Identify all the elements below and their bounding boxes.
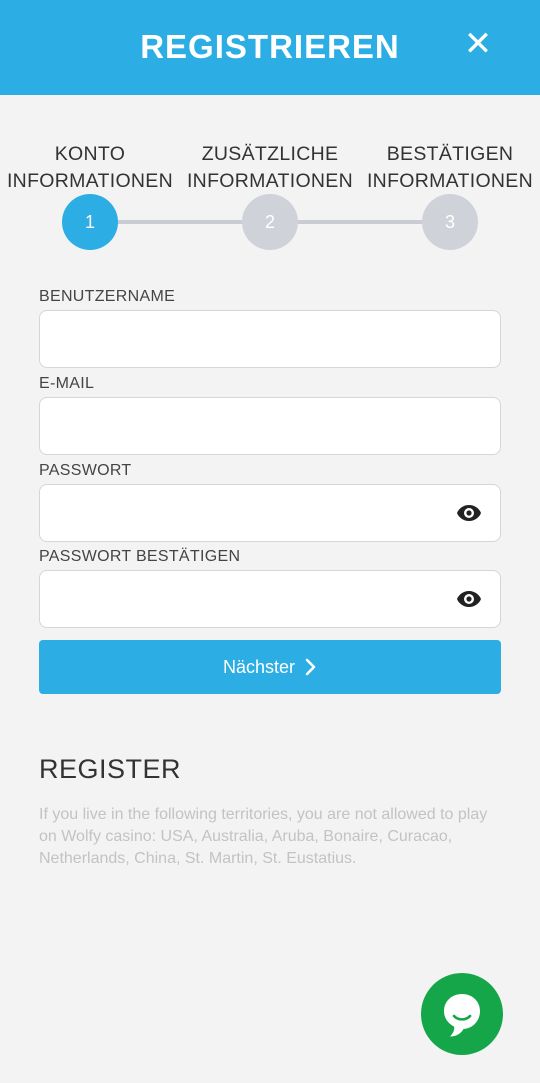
header-bar: REGISTRIEREN ✕ [0, 0, 540, 95]
password-field-box [39, 484, 501, 542]
chat-bubble-icon [444, 994, 480, 1037]
step-2-line1: ZUSÄTZLICHE [201, 143, 339, 165]
email-input[interactable] [40, 398, 500, 454]
step-circle-2: 2 [242, 194, 298, 250]
step-circle-1: 1 [62, 194, 118, 250]
chevron-right-icon [305, 658, 316, 676]
chat-button[interactable] [421, 973, 503, 1055]
step-circle-3: 3 [422, 194, 478, 250]
eye-icon[interactable] [456, 588, 482, 610]
username-label: BENUTZERNAME [39, 288, 176, 305]
close-icon: ✕ [463, 25, 493, 63]
password-confirm-label: PASSWORT BESTÄTIGEN [39, 548, 241, 565]
step-2-line2: INFORMATIONEN [186, 170, 354, 192]
step-connector-1 [116, 220, 244, 224]
step-label-2: ZUSÄTZLICHE INFORMATIONEN [180, 141, 360, 195]
close-button[interactable]: ✕ [458, 24, 498, 64]
email-label: E-MAIL [39, 375, 95, 392]
password-label: PASSWORT [39, 462, 132, 479]
step-1-line2: INFORMATIONEN [6, 170, 174, 192]
step-3-line2: INFORMATIONEN [366, 170, 534, 192]
username-input[interactable] [40, 311, 500, 367]
password-input[interactable] [40, 485, 500, 541]
password-confirm-field-box [39, 570, 501, 628]
step-label-1: KONTO INFORMATIONEN [0, 141, 180, 195]
step-3-line1: BESTÄTIGEN [386, 143, 514, 165]
territory-restriction-text: If you live in the following territories… [39, 806, 488, 867]
eye-icon[interactable] [456, 502, 482, 524]
username-field-box [39, 310, 501, 368]
password-confirm-input[interactable] [40, 571, 500, 627]
register-section-title: REGISTER [39, 754, 182, 784]
email-field-box [39, 397, 501, 455]
next-button-label: Nächster [222, 656, 296, 677]
step-connector-2 [296, 220, 424, 224]
next-button[interactable]: Nächster [39, 640, 501, 694]
step-1-line1: KONTO [54, 143, 126, 165]
step-label-3: BESTÄTIGEN INFORMATIONEN [360, 141, 540, 195]
